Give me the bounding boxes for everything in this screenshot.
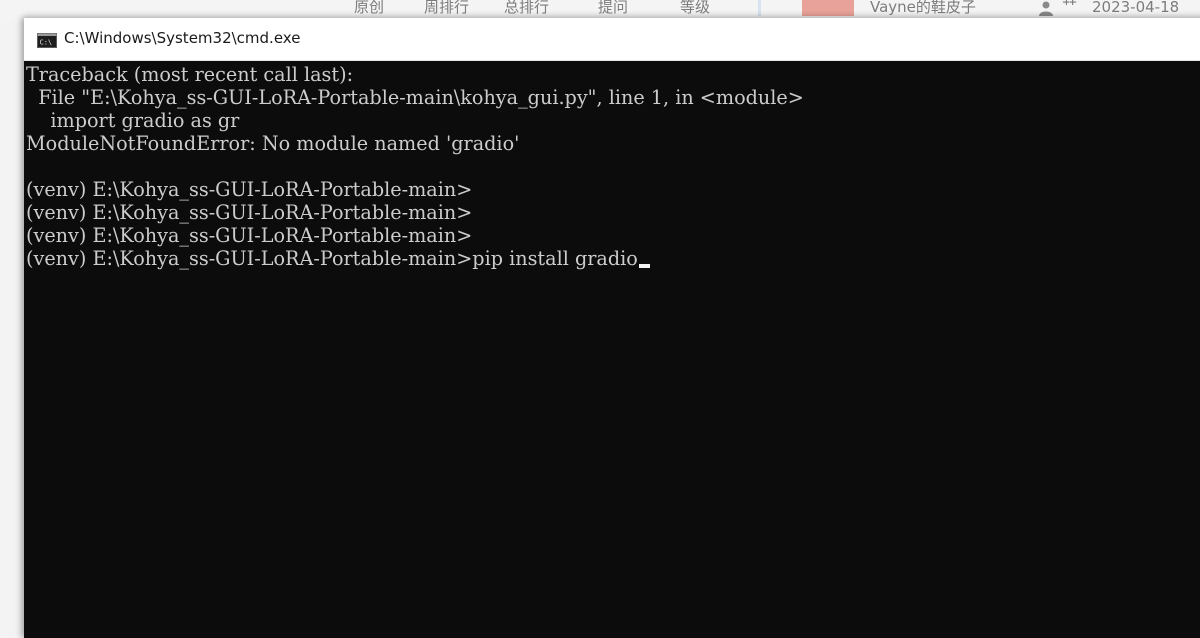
console-line: (venv) E:\Kohya_ss-GUI-LoRA-Portable-mai… — [26, 201, 473, 224]
bg-divider — [758, 0, 761, 16]
console-line: ModuleNotFoundError: No module named 'gr… — [26, 132, 520, 155]
window-title: C:\Windows\System32\cmd.exe — [64, 29, 301, 47]
bg-nav-item[interactable]: 总排行 — [504, 0, 549, 15]
console-line: Traceback (most recent call last): — [26, 63, 354, 86]
console-line: (venv) E:\Kohya_ss-GUI-LoRA-Portable-mai… — [26, 178, 473, 201]
bg-date: 2023-04-18 — [1092, 0, 1180, 16]
console-line: import gradio as gr — [26, 109, 240, 132]
console-output[interactable]: Traceback (most recent call last): File … — [24, 61, 1200, 638]
cmd-icon: C:\ — [37, 33, 57, 48]
window-titlebar[interactable]: C:\ C:\Windows\System32\cmd.exe — [24, 18, 1200, 61]
svg-text:C:\: C:\ — [40, 39, 53, 47]
console-line: File "E:\Kohya_ss-GUI-LoRA-Portable-main… — [26, 86, 804, 109]
text-cursor — [638, 264, 650, 268]
bg-nav-item[interactable]: 周排行 — [424, 0, 469, 15]
console-window: C:\ C:\Windows\System32\cmd.exe Tracebac… — [24, 18, 1200, 638]
bg-accent-badge — [802, 0, 854, 16]
bg-thumb-icon: ⺿ — [1062, 0, 1078, 16]
console-command[interactable]: (venv) E:\Kohya_ss-GUI-LoRA-Portable-mai… — [26, 247, 638, 270]
bg-nav-item[interactable]: 等级 — [680, 0, 710, 15]
console-line: (venv) E:\Kohya_ss-GUI-LoRA-Portable-mai… — [26, 224, 473, 247]
user-icon — [1037, 1, 1055, 16]
bg-nav-item[interactable]: 提问 — [598, 0, 628, 15]
bg-nav-item[interactable]: 原创 — [354, 0, 384, 15]
console-input-line[interactable]: (venv) E:\Kohya_ss-GUI-LoRA-Portable-mai… — [26, 247, 650, 270]
bg-author-name[interactable]: Vayne的鞋皮子 — [870, 0, 976, 15]
